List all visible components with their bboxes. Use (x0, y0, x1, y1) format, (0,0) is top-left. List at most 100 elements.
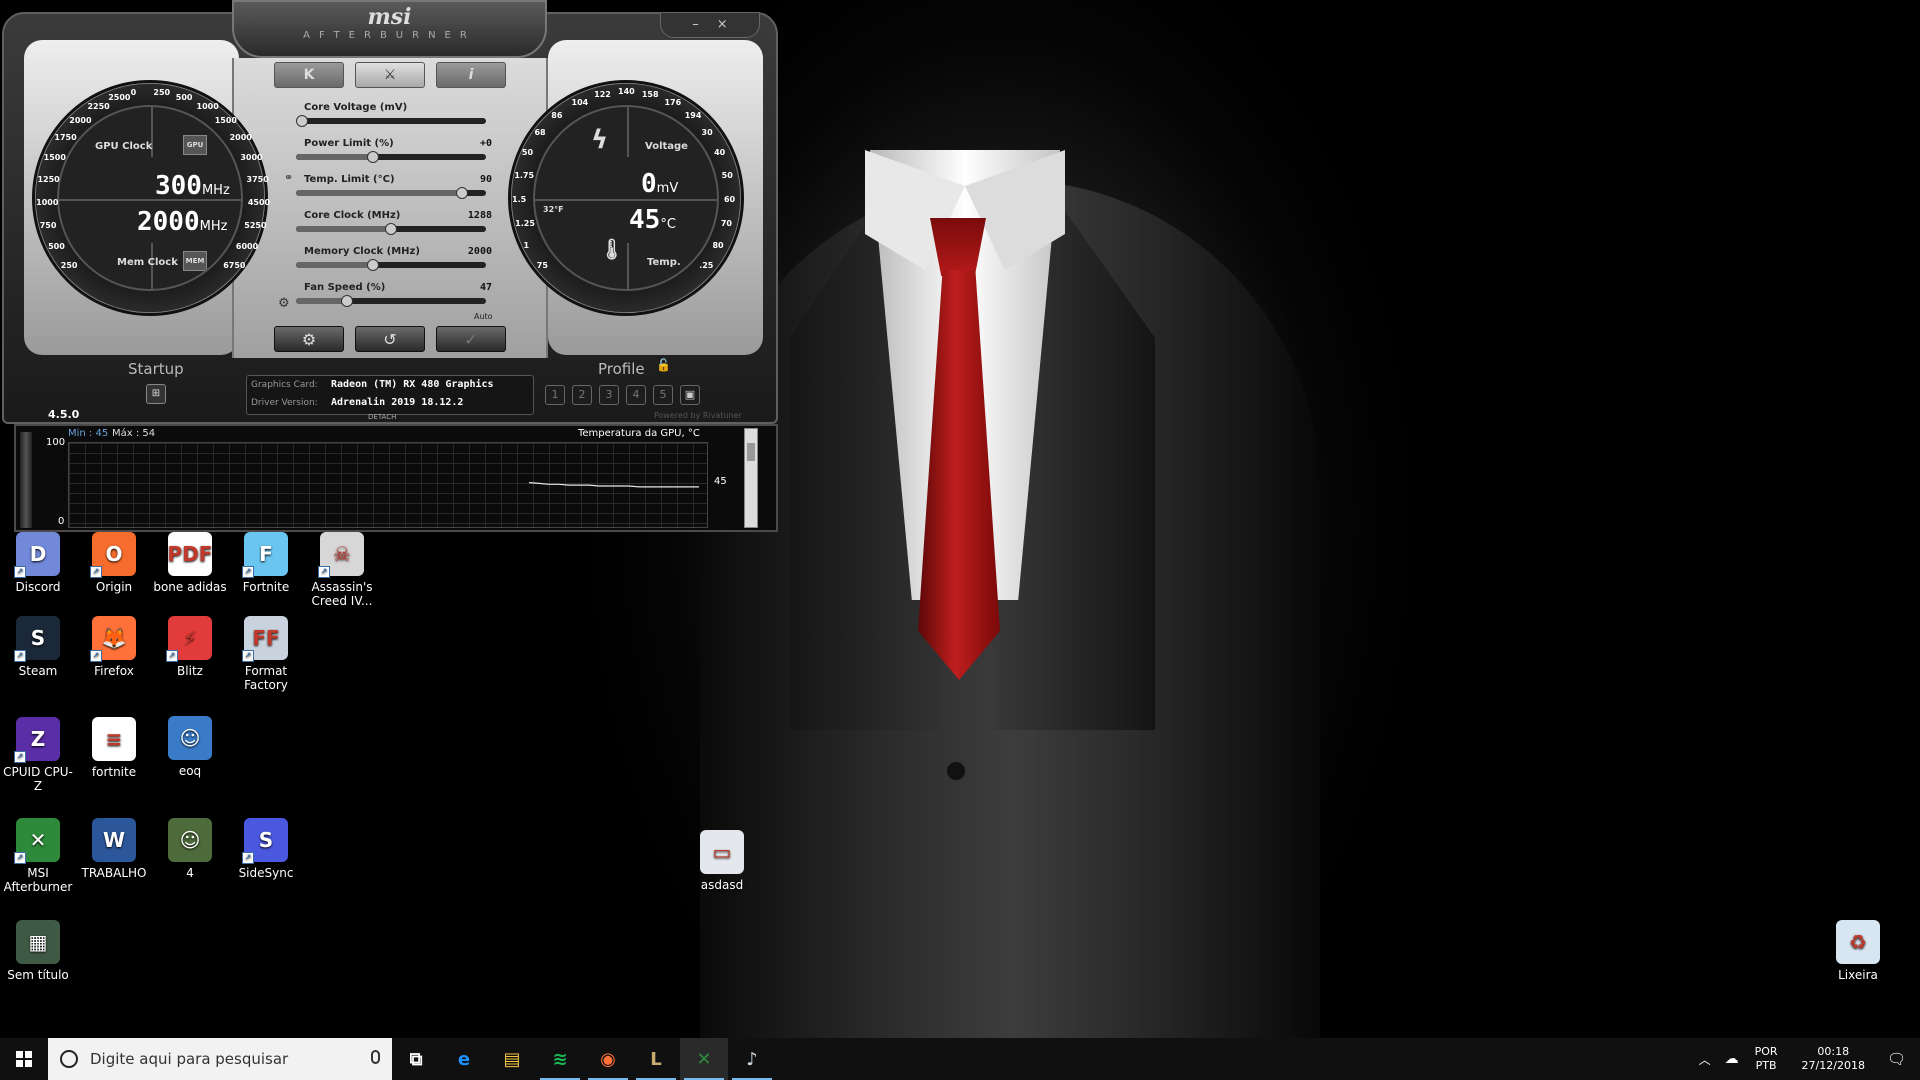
slider-track[interactable] (296, 259, 486, 271)
slider-track[interactable] (296, 115, 486, 127)
startup-windows-button[interactable]: ⊞ (146, 384, 166, 404)
notifications-icon[interactable]: 🗨 (1887, 1050, 1906, 1068)
afterburner-title-plate[interactable]: msi AFTERBURNER (232, 0, 547, 58)
detach-button[interactable]: DETACH (368, 413, 396, 421)
graph-title: Temperatura da GPU, °C (578, 428, 700, 439)
gauge-tick-label: 194 (684, 110, 702, 120)
desktop-icon-label: fortnite (91, 765, 137, 779)
profile-slot-2[interactable]: 2 (572, 385, 592, 405)
gauge-tick-label: 3000 (240, 153, 263, 163)
graph-scrollbar[interactable] (744, 428, 758, 528)
desktop-icon-cpuid-cpu-z[interactable]: Z ↗ CPUID CPU-Z (0, 717, 76, 793)
slider-track[interactable] (296, 223, 486, 235)
slider-thumb[interactable] (456, 187, 469, 199)
tab-monitor[interactable]: ⚔ (355, 62, 425, 88)
temperature-graph[interactable]: Min : 45 Máx : 54 Temperatura da GPU, °C… (14, 424, 778, 532)
profile-slot-1[interactable]: 1 (545, 385, 565, 405)
taskbar-app-file-explorer[interactable]: ▤ (488, 1038, 536, 1080)
desktop-icon-asdasd[interactable]: ▭ asdasd (684, 830, 760, 892)
gauge-tick-label: 50 (521, 148, 534, 158)
desktop-icon-blitz[interactable]: ⚡ ↗ Blitz (152, 616, 228, 678)
power-limit-slider[interactable]: Power Limit (%) +0 (290, 138, 496, 166)
taskbar-app-firefox[interactable]: ◉ (584, 1038, 632, 1080)
core-clock-slider[interactable]: Core Clock (MHz) 1288 (290, 210, 496, 238)
fan-speed-slider[interactable]: Fan Speed (%) 47 (290, 282, 496, 310)
folder-icon: ▤ (503, 1048, 521, 1070)
taskbar-app-league[interactable]: L (632, 1038, 680, 1080)
gauge-tick-label: 0 (130, 87, 137, 97)
slider-thumb[interactable] (367, 259, 380, 271)
slider-thumb[interactable] (340, 295, 353, 307)
taskbar-app-edge[interactable]: e (440, 1038, 488, 1080)
desktop-icon-label: Fortnite (242, 580, 290, 594)
close-button[interactable]: × (717, 13, 728, 37)
desktop-icon-sem-t-tulo[interactable]: ▦ Sem título (0, 920, 76, 982)
tab-info[interactable]: i (436, 62, 506, 88)
temp-number: 45 (629, 205, 661, 235)
memory-clock-slider[interactable]: Memory Clock (MHz) 2000 (290, 246, 496, 274)
slider-track[interactable] (296, 151, 486, 163)
fan-settings-icon[interactable]: ⚙ (278, 296, 290, 311)
fan-auto-label[interactable]: Auto (474, 312, 493, 321)
taskbar-apps: ⧉ e ▤ ≋ ◉ L ✕ ♪ (392, 1038, 776, 1080)
shortcut-arrow-icon: ↗ (242, 650, 254, 662)
language-indicator[interactable]: POR PTB (1755, 1045, 1778, 1073)
graph-resize-handle[interactable] (20, 432, 32, 528)
slider-thumb[interactable] (296, 115, 308, 127)
taskbar-app-spotify[interactable]: ≋ (536, 1038, 584, 1080)
desktop-icon-steam[interactable]: S ↗ Steam (0, 616, 76, 678)
profile-slot-3[interactable]: 3 (599, 385, 619, 405)
desktop-icon-bone-adidas[interactable]: PDF bone adidas (152, 532, 228, 594)
clock[interactable]: 00:18 27/12/2018 (1802, 1045, 1865, 1073)
desktop-icon-trabalho[interactable]: W TRABALHO (76, 818, 152, 880)
desktop-icon-format-factory[interactable]: FF ↗ Format Factory (228, 616, 304, 692)
taskbar-app-format-factory[interactable]: ♪ (728, 1038, 776, 1080)
taskbar-app-task-view[interactable]: ⧉ (392, 1038, 440, 1080)
desktop-icon-eoq[interactable]: ☺ eoq (152, 716, 228, 778)
search-placeholder: Digite aqui para pesquisar (90, 1050, 289, 1068)
settings-button[interactable]: ⚙ (274, 326, 344, 352)
taskbar-search[interactable]: Digite aqui para pesquisar (48, 1038, 392, 1080)
network-icon[interactable]: ☁ (1725, 1051, 1739, 1067)
gpu-clock-gauge: GPU Clock GPU 300MHz 2000MHz Mem Clock M… (32, 80, 270, 316)
keyboard-layout: PTB (1755, 1059, 1777, 1072)
start-button[interactable] (0, 1038, 48, 1080)
afterburner-window[interactable]: msi AFTERBURNER – × K ⚔ i GPU Clock GPU … (0, 0, 780, 532)
voltage-value: 0mV (641, 169, 678, 199)
lock-icon[interactable]: 🔓 (656, 358, 671, 372)
desktop-icon-sidesync[interactable]: S ↗ SideSync (228, 818, 304, 880)
profile-slot-4[interactable]: 4 (626, 385, 646, 405)
minimize-button[interactable]: – (692, 13, 699, 37)
desktop-icon-label: asdasd (700, 878, 744, 892)
desktop-icon-fortnite[interactable]: ≡ fortnite (76, 717, 152, 779)
profile-slot-5[interactable]: 5 (653, 385, 673, 405)
desktop-icon-firefox[interactable]: 🦊 ↗ Firefox (76, 616, 152, 678)
tray-chevron-icon[interactable]: ︿ (1699, 1051, 1711, 1068)
desktop-icon-assassin-s-creed-iv[interactable]: ☠ ↗ Assassin's Creed IV... (304, 532, 380, 608)
desktop-icon-4[interactable]: ☺ 4 (152, 818, 228, 880)
core-voltage-slider[interactable]: Core Voltage (mV) (290, 102, 496, 130)
gauge-tick-label: 40 (714, 148, 726, 158)
slider-track[interactable] (296, 187, 486, 199)
slider-thumb[interactable] (385, 223, 397, 235)
cpuz-icon: Z ↗ (14, 717, 60, 763)
taskbar-app-msi-afterburner[interactable]: ✕ (680, 1038, 728, 1080)
reset-button[interactable]: ↺ (355, 326, 425, 352)
graph-scrollbar-thumb[interactable] (747, 443, 755, 461)
tab-k[interactable]: K (274, 62, 344, 88)
apply-button[interactable]: ✓ (436, 326, 506, 352)
desktop-icon-label: SideSync (238, 866, 294, 880)
desktop-icon-origin[interactable]: O ↗ Origin (76, 532, 152, 594)
slider-label: Core Voltage (mV) (304, 102, 408, 113)
slider-thumb[interactable] (367, 151, 380, 163)
desktop-icon-lixeira[interactable]: ♻ Lixeira (1820, 920, 1896, 982)
microphone-icon[interactable] (371, 1050, 380, 1064)
desktop-icon-msi-afterburner[interactable]: ✕ ↗ MSI Afterburner (0, 818, 76, 894)
temp-limit-slider[interactable]: Temp. Limit (°C) 90 (290, 174, 496, 202)
desktop[interactable]: D ↗ Discord O ↗ Origin PDF bone adidas F ↗ Fortnit… (0, 0, 1920, 1038)
slider-track[interactable] (296, 295, 486, 307)
link-icon[interactable]: ⚭ (284, 171, 293, 184)
save-profile-button[interactable]: ▣ (680, 385, 700, 405)
desktop-icon-fortnite[interactable]: F ↗ Fortnite (228, 532, 304, 594)
desktop-icon-discord[interactable]: D ↗ Discord (0, 532, 76, 594)
